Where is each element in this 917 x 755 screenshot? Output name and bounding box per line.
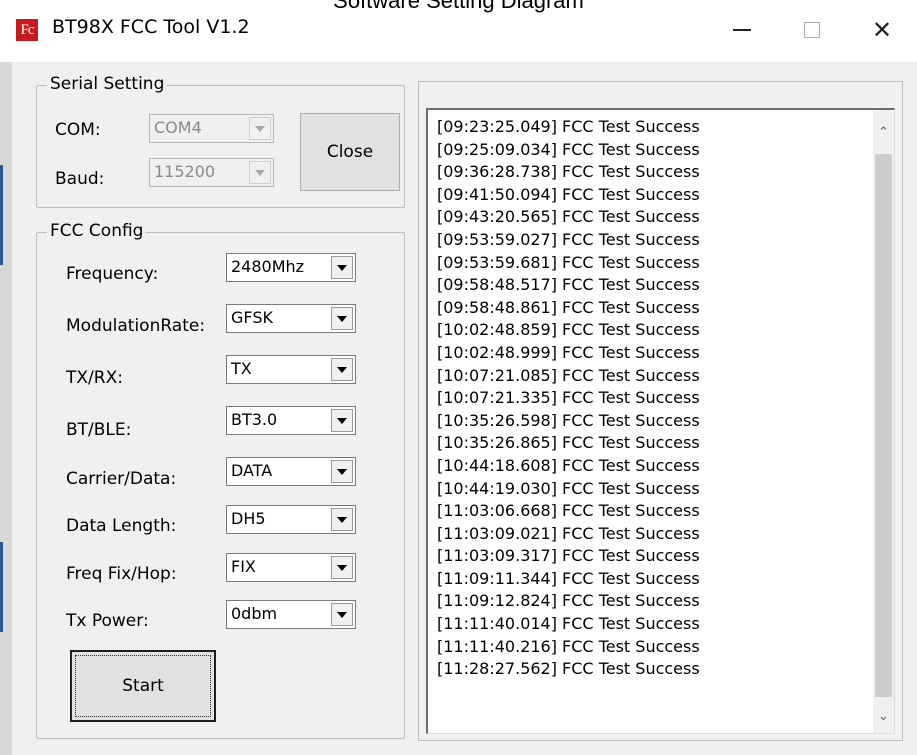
bt-ble-select-value: BT3.0 xyxy=(231,410,278,429)
log-line: [10:44:18.608] FCC Test Success xyxy=(437,455,700,475)
log-line: [10:44:19.030] FCC Test Success xyxy=(437,478,700,498)
data-length-select[interactable]: DH5 xyxy=(226,505,356,534)
com-select[interactable]: COM4 xyxy=(149,114,274,143)
data-length-label: Data Length: xyxy=(66,516,177,536)
log-line: [10:02:48.999] FCC Test Success xyxy=(437,342,700,362)
log-line: [11:11:40.014] FCC Test Success xyxy=(437,614,700,634)
freq-fix-hop-label: Freq Fix/Hop: xyxy=(66,564,177,584)
tx-power-select-value: 0dbm xyxy=(231,604,278,623)
log-line: [10:35:26.598] FCC Test Success xyxy=(437,410,700,430)
modulation-rate-select[interactable]: GFSK xyxy=(226,304,356,333)
chevron-down-icon xyxy=(331,603,353,626)
scroll-down-icon[interactable]: ⌄ xyxy=(873,699,894,733)
modulation-rate-label: ModulationRate: xyxy=(66,316,206,336)
freq-fix-hop-select-value: FIX xyxy=(231,557,256,576)
log-line: [11:09:12.824] FCC Test Success xyxy=(437,591,700,611)
fcc-config-legend: FCC Config xyxy=(47,221,147,241)
log-line: [09:43:20.565] FCC Test Success xyxy=(437,207,700,227)
chevron-down-icon xyxy=(331,307,353,330)
start-button[interactable]: Start xyxy=(70,650,216,722)
close-icon: ✕ xyxy=(871,16,893,44)
chevron-down-icon xyxy=(331,460,353,483)
frequency-select-value: 2480Mhz xyxy=(231,257,305,276)
scroll-thumb[interactable] xyxy=(875,154,892,697)
baud-select-value: 115200 xyxy=(154,162,216,181)
log-scrollbar[interactable]: ⌃ ⌄ xyxy=(873,110,894,733)
log-line: [11:03:09.317] FCC Test Success xyxy=(437,546,700,566)
log-line: [09:41:50.094] FCC Test Success xyxy=(437,184,700,204)
log-line: [09:58:48.517] FCC Test Success xyxy=(437,275,700,295)
data-length-select-value: DH5 xyxy=(231,509,266,528)
frequency-label: Frequency: xyxy=(66,264,159,284)
chevron-down-icon xyxy=(249,117,271,140)
left-window-edge xyxy=(0,62,12,755)
focus-rectangle xyxy=(75,655,211,717)
log-line: [11:09:11.344] FCC Test Success xyxy=(437,568,700,588)
close-port-button-label: Close xyxy=(326,142,374,162)
tx-power-label: Tx Power: xyxy=(66,611,149,631)
com-select-value: COM4 xyxy=(154,118,202,137)
bt-ble-label: BT/BLE: xyxy=(66,420,132,440)
maximize-icon xyxy=(804,22,820,38)
window-title: BT98X FCC Tool V1.2 xyxy=(52,16,250,38)
chevron-down-icon xyxy=(331,358,353,381)
freq-fix-hop-select[interactable]: FIX xyxy=(226,553,356,582)
tx-rx-select[interactable]: TX xyxy=(226,355,356,384)
tx-power-select[interactable]: 0dbm xyxy=(226,600,356,629)
scroll-up-icon[interactable]: ⌃ xyxy=(873,110,894,154)
minimize-icon xyxy=(733,29,751,31)
close-window-button[interactable]: ✕ xyxy=(852,10,912,50)
chevron-down-icon xyxy=(331,556,353,579)
minimize-button[interactable] xyxy=(712,10,772,50)
log-line: [09:23:25.049] FCC Test Success xyxy=(437,117,700,136)
log-line: [11:11:40.216] FCC Test Success xyxy=(437,636,700,656)
modulation-rate-select-value: GFSK xyxy=(231,308,273,327)
bt-ble-select[interactable]: BT3.0 xyxy=(226,406,356,435)
log-line: [10:02:48.859] FCC Test Success xyxy=(437,320,700,340)
log-line: [11:28:27.562] FCC Test Success xyxy=(437,659,700,679)
close-port-button[interactable]: Close xyxy=(300,113,400,191)
log-line: [09:53:59.681] FCC Test Success xyxy=(437,252,700,272)
log-line: [09:36:28.738] FCC Test Success xyxy=(437,162,700,182)
baud-select[interactable]: 115200 xyxy=(149,158,274,187)
background-window-strip xyxy=(0,542,3,632)
background-window-strip xyxy=(0,165,3,265)
maximize-button[interactable] xyxy=(782,10,842,50)
serial-setting-legend: Serial Setting xyxy=(47,74,168,94)
carrier-data-select[interactable]: DATA xyxy=(226,457,356,486)
chevron-down-icon xyxy=(331,256,353,279)
frequency-select[interactable]: 2480Mhz xyxy=(226,253,356,282)
log-line: [09:58:48.861] FCC Test Success xyxy=(437,297,700,317)
log-line: [11:03:09.021] FCC Test Success xyxy=(437,523,700,543)
log-line: [09:25:09.034] FCC Test Success xyxy=(437,139,700,159)
log-lines: [09:23:25.049] FCC Test Success [09:25:09… xyxy=(437,116,700,681)
baud-label: Baud: xyxy=(55,169,105,189)
log-line: [10:35:26.865] FCC Test Success xyxy=(437,433,700,453)
app-logo-icon: Fc xyxy=(16,19,38,41)
tx-rx-label: TX/RX: xyxy=(66,368,123,388)
log-output[interactable]: [09:23:25.049] FCC Test Success [09:25:09… xyxy=(426,108,895,734)
chevron-down-icon xyxy=(331,409,353,432)
tx-rx-select-value: TX xyxy=(231,359,252,378)
log-line: [10:07:21.335] FCC Test Success xyxy=(437,388,700,408)
carrier-data-select-value: DATA xyxy=(231,461,273,480)
chevron-down-icon xyxy=(331,508,353,531)
com-label: COM: xyxy=(55,120,101,140)
chevron-down-icon xyxy=(249,161,271,184)
log-line: [09:53:59.027] FCC Test Success xyxy=(437,229,700,249)
page-caption: Software Setting Diagram xyxy=(333,0,584,13)
carrier-data-label: Carrier/Data: xyxy=(66,469,177,489)
log-line: [10:07:21.085] FCC Test Success xyxy=(437,365,700,385)
log-line: [11:03:06.668] FCC Test Success xyxy=(437,501,700,521)
